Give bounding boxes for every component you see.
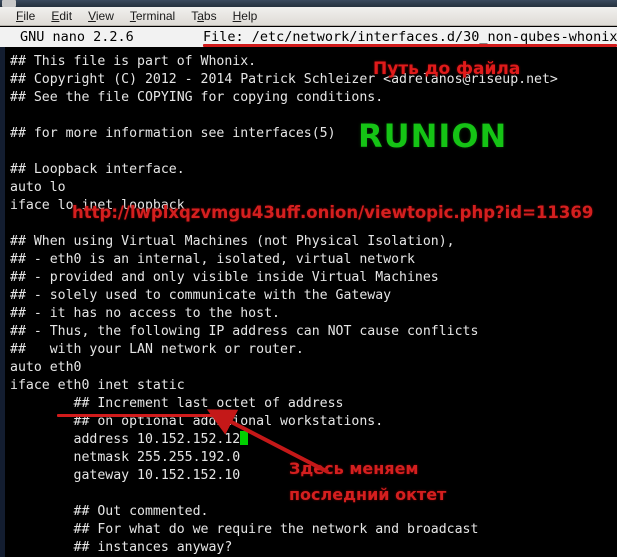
editor-line: iface eth0 inet static bbox=[10, 378, 185, 393]
menu-item-terminal[interactable]: Terminal bbox=[122, 8, 183, 24]
menu-terminal-rest: erminal bbox=[135, 9, 176, 23]
editor-line: ## This file is part of Whonix. bbox=[10, 54, 257, 69]
menu-file-rest: ile bbox=[23, 9, 36, 23]
editor-line: auto eth0 bbox=[10, 360, 82, 375]
menu-edit-rest: dit bbox=[59, 9, 73, 23]
nano-version-label: GNU nano 2.2.6 bbox=[20, 29, 134, 45]
editor-line: ## for more information see interfaces(5… bbox=[10, 126, 336, 141]
editor-line: ## instances anyway? bbox=[10, 540, 233, 555]
editor-line: ## - it has no access to the host. bbox=[10, 306, 280, 321]
window-titlebar bbox=[0, 0, 617, 7]
editor-line: ## with your LAN network or router. bbox=[10, 342, 304, 357]
editor-line: ## on optional additional workstations. bbox=[10, 414, 384, 429]
editor-line: ## Out commented. bbox=[10, 504, 209, 519]
menu-item-tabs[interactable]: Tabs bbox=[183, 8, 224, 24]
editor-line: ## Copyright (C) 2012 - 2014 Patrick Sch… bbox=[10, 72, 558, 87]
menu-help-mnemonic: H bbox=[232, 9, 242, 23]
terminal-window: File Edit View Terminal Tabs Help GNU na… bbox=[0, 0, 617, 557]
window-title-fragment bbox=[2, 0, 16, 7]
editor-line: iface lo inet loopback bbox=[10, 198, 185, 213]
menu-tabs-rest: bs bbox=[203, 9, 217, 23]
editor-line: ## When using Virtual Machines (not Phys… bbox=[10, 234, 455, 249]
menu-item-view[interactable]: View bbox=[80, 8, 122, 24]
editor-line: auto lo bbox=[10, 180, 66, 195]
nano-filename-label: File: /etc/network/interfaces.d/30_non-q… bbox=[203, 29, 617, 45]
menu-view-mnemonic: V bbox=[88, 9, 96, 23]
menu-help-rest: elp bbox=[241, 9, 258, 23]
text-cursor bbox=[240, 431, 249, 445]
menu-item-help[interactable]: Help bbox=[225, 8, 266, 24]
editor-line: ## Increment last octet of address bbox=[10, 396, 344, 411]
editor-line: address 10.152.152.12 bbox=[10, 431, 558, 449]
menu-item-file[interactable]: File bbox=[8, 8, 43, 24]
nano-title-bar: GNU nano 2.2.6 File: /etc/network/interf… bbox=[0, 27, 617, 47]
menu-item-edit[interactable]: Edit bbox=[43, 8, 80, 24]
editor-content[interactable]: ## This file is part of Whonix. ## Copyri… bbox=[10, 53, 558, 557]
editor-line: gateway 10.152.152.10 bbox=[10, 468, 241, 483]
editor-line: ## See the file COPYING for copying cond… bbox=[10, 90, 384, 105]
menu-view-rest: iew bbox=[95, 9, 114, 23]
editor-line: ## - provided and only visible inside Vi… bbox=[10, 270, 439, 285]
terminal-text-area[interactable]: ## This file is part of Whonix. ## Copyri… bbox=[0, 47, 617, 557]
editor-line: ## - solely used to communicate with the… bbox=[10, 288, 392, 303]
editor-line: ## - eth0 is an internal, isolated, virt… bbox=[10, 252, 415, 267]
editor-line: ## For what do we require the network an… bbox=[10, 522, 479, 537]
editor-line: ## - Thus, the following IP address can … bbox=[10, 324, 479, 339]
editor-line: netmask 255.255.192.0 bbox=[10, 450, 241, 465]
menu-tabs-mnemonic: a bbox=[197, 9, 204, 23]
menu-bar: File Edit View Terminal Tabs Help bbox=[0, 7, 617, 26]
editor-line: ## Loopback interface. bbox=[10, 162, 185, 177]
